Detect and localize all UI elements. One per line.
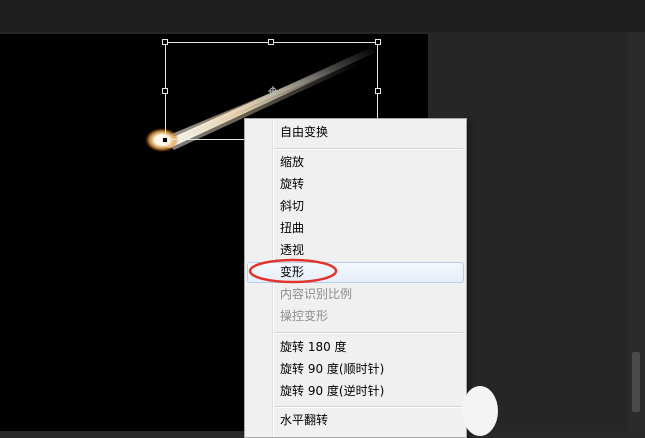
transform-handle-bottom-left[interactable] [162,137,168,143]
cursor-overlay [462,386,498,436]
menu-item-flip-horizontal[interactable]: 水平翻转 [247,410,464,431]
transform-center-icon[interactable] [268,86,278,96]
menu-item-rotate[interactable]: 旋转 [247,174,464,195]
menu-separator [275,406,463,408]
menu-item-rotate-90-cw[interactable]: 旋转 90 度(顺时针) [247,359,464,380]
menu-item-distort[interactable]: 扭曲 [247,218,464,239]
menu-separator [275,332,463,334]
transform-handle-top-center[interactable] [268,39,274,45]
transform-handle-top-left[interactable] [162,39,168,45]
menu-item-rotate-90-ccw[interactable]: 旋转 90 度(逆时针) [247,381,464,402]
menu-item-skew[interactable]: 斜切 [247,196,464,217]
top-bar [0,0,645,32]
transform-handle-middle-left[interactable] [162,88,168,94]
transform-handle-middle-right[interactable] [375,88,381,94]
menu-separator [275,148,463,150]
scrollbar-thumb[interactable] [632,352,640,412]
menu-item-scale[interactable]: 缩放 [247,152,464,173]
menu-item-content-aware-scale: 内容识别比例 [280,287,353,301]
highlight-ellipse-annotation [248,258,338,284]
menu-item-puppet-warp: 操控变形 [280,309,329,323]
transform-handle-top-right[interactable] [375,39,381,45]
menu-item-free-transform[interactable]: 自由变换 [247,122,464,143]
menu-item-rotate-180[interactable]: 旋转 180 度 [247,337,464,358]
